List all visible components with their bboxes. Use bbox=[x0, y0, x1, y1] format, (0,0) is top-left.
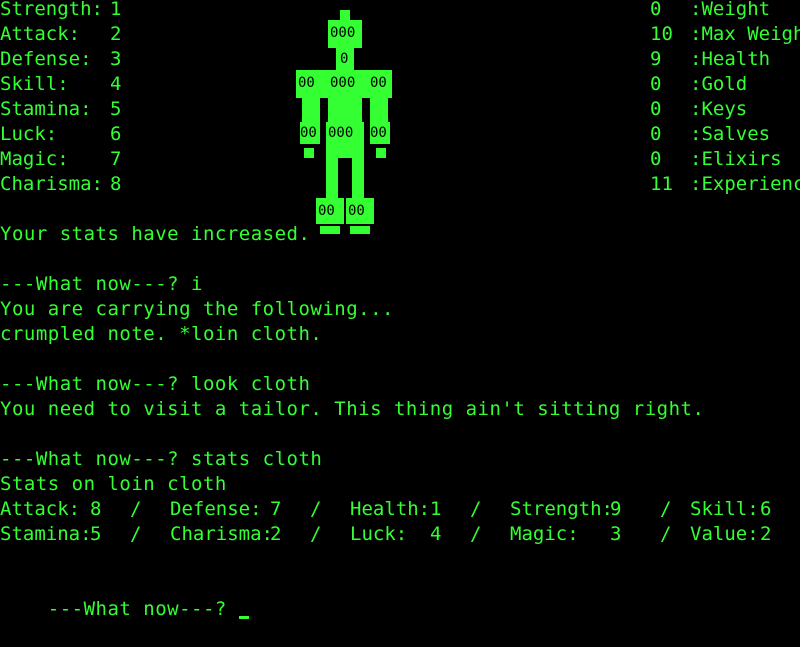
item-stat-label: Charisma: bbox=[170, 523, 273, 545]
right-upper-arm bbox=[370, 98, 388, 122]
item-stat-label: Luck: bbox=[350, 523, 408, 545]
stat-row-gold: 0 :Gold bbox=[0, 72, 800, 97]
stat-row-max-weight: 10 :Max Weight bbox=[0, 22, 800, 47]
log-message: You are carrying the following... bbox=[0, 298, 394, 320]
item-stat-label: Strength: bbox=[510, 498, 613, 520]
inventory-list: crumpled note. *loin cloth. bbox=[0, 323, 323, 345]
command-prompt[interactable]: ---What now---? bbox=[0, 572, 249, 620]
stat-label: :Elixirs bbox=[690, 148, 782, 170]
item-stats-row-1: Attack: 8 / Defense: 7 / Health: 1 / Str… bbox=[0, 497, 800, 522]
left-leg bbox=[326, 158, 338, 198]
left-hand-tip bbox=[304, 148, 314, 158]
stat-label: :Experience bbox=[690, 173, 800, 195]
right-leg bbox=[352, 158, 364, 198]
item-stat-label: Stamina: bbox=[0, 523, 92, 545]
stat-label: :Health bbox=[690, 48, 771, 70]
left-upper-arm bbox=[302, 98, 320, 122]
separator: / bbox=[130, 498, 142, 520]
stat-label: :Keys bbox=[690, 98, 748, 120]
left-hand-label: 00 bbox=[300, 125, 317, 141]
command-line: ---What now---? look cloth bbox=[0, 373, 311, 395]
separator: / bbox=[470, 523, 482, 545]
stat-row-elixirs: 0 :Elixirs bbox=[0, 147, 800, 172]
right-foot-label: 00 bbox=[348, 203, 365, 219]
stat-label: :Salves bbox=[690, 123, 771, 145]
item-stat-value: 5 bbox=[90, 523, 102, 545]
log-message: Your stats have increased. bbox=[0, 223, 311, 245]
chest-label: 000 bbox=[330, 75, 356, 91]
separator: / bbox=[130, 523, 142, 545]
left-foot-label: 00 bbox=[318, 203, 335, 219]
stat-value: 10 bbox=[650, 23, 673, 45]
item-stat-label: Value: bbox=[690, 523, 759, 545]
command-line: ---What now---? i bbox=[0, 273, 203, 295]
log-message: You need to visit a tailor. This thing a… bbox=[0, 398, 705, 420]
terminal-screen: Strength: 1 Attack: 2 Defense: 3 Skill: … bbox=[0, 0, 800, 620]
item-stats-row-2: Stamina: 5 / Charisma: 2 / Luck: 4 / Mag… bbox=[0, 522, 800, 547]
stat-row-health: 9 :Health bbox=[0, 47, 800, 72]
right-toe bbox=[350, 226, 370, 234]
item-stat-label: Attack: bbox=[0, 498, 81, 520]
stat-value: 0 bbox=[650, 98, 662, 120]
text-cursor bbox=[238, 616, 249, 619]
hips bbox=[326, 144, 364, 158]
stat-value: 0 bbox=[650, 148, 662, 170]
stat-label: :Max Weight bbox=[690, 23, 800, 45]
item-stat-value: 2 bbox=[270, 523, 282, 545]
item-stat-label: Magic: bbox=[510, 523, 579, 545]
stat-row-salves: 0 :Salves bbox=[0, 122, 800, 147]
item-stat-value: 9 bbox=[610, 498, 622, 520]
separator: / bbox=[310, 498, 322, 520]
stat-row-keys: 0 :Keys bbox=[0, 97, 800, 122]
log-message: Stats on loin cloth bbox=[0, 473, 227, 495]
stat-value: 0 bbox=[650, 0, 662, 20]
stat-label: :Weight bbox=[690, 0, 771, 20]
stat-row-experience: 11 :Experience bbox=[0, 172, 800, 197]
stat-value: 11 bbox=[650, 173, 673, 195]
head-label: 000 bbox=[330, 25, 356, 41]
right-hand-label: 00 bbox=[370, 125, 387, 141]
right-hand-tip bbox=[376, 148, 386, 158]
item-stat-value: 8 bbox=[90, 498, 102, 520]
separator: / bbox=[660, 498, 672, 520]
item-stat-label: Health: bbox=[350, 498, 431, 520]
item-stat-value: 1 bbox=[430, 498, 442, 520]
stat-value: 9 bbox=[650, 48, 662, 70]
item-stat-value: 4 bbox=[430, 523, 442, 545]
head-knob bbox=[340, 10, 350, 20]
left-toe bbox=[320, 226, 340, 234]
item-stat-value: 3 bbox=[610, 523, 622, 545]
separator: / bbox=[310, 523, 322, 545]
stat-row-weight: 0 :Weight bbox=[0, 0, 800, 22]
command-line: ---What now---? stats cloth bbox=[0, 448, 323, 470]
item-stat-value: 7 bbox=[270, 498, 282, 520]
separator: / bbox=[470, 498, 482, 520]
item-stat-value: 2 bbox=[760, 523, 772, 545]
torso bbox=[328, 98, 362, 122]
prompt-text: ---What now---? bbox=[47, 598, 239, 620]
stat-label: :Gold bbox=[690, 73, 748, 95]
item-stat-value: 6 bbox=[760, 498, 772, 520]
right-shoulder-label: 00 bbox=[370, 75, 387, 91]
separator: / bbox=[660, 523, 672, 545]
stat-value: 0 bbox=[650, 73, 662, 95]
item-stat-label: Defense: bbox=[170, 498, 262, 520]
stat-value: 0 bbox=[650, 123, 662, 145]
left-shoulder-label: 00 bbox=[298, 75, 315, 91]
item-stat-label: Skill: bbox=[690, 498, 759, 520]
